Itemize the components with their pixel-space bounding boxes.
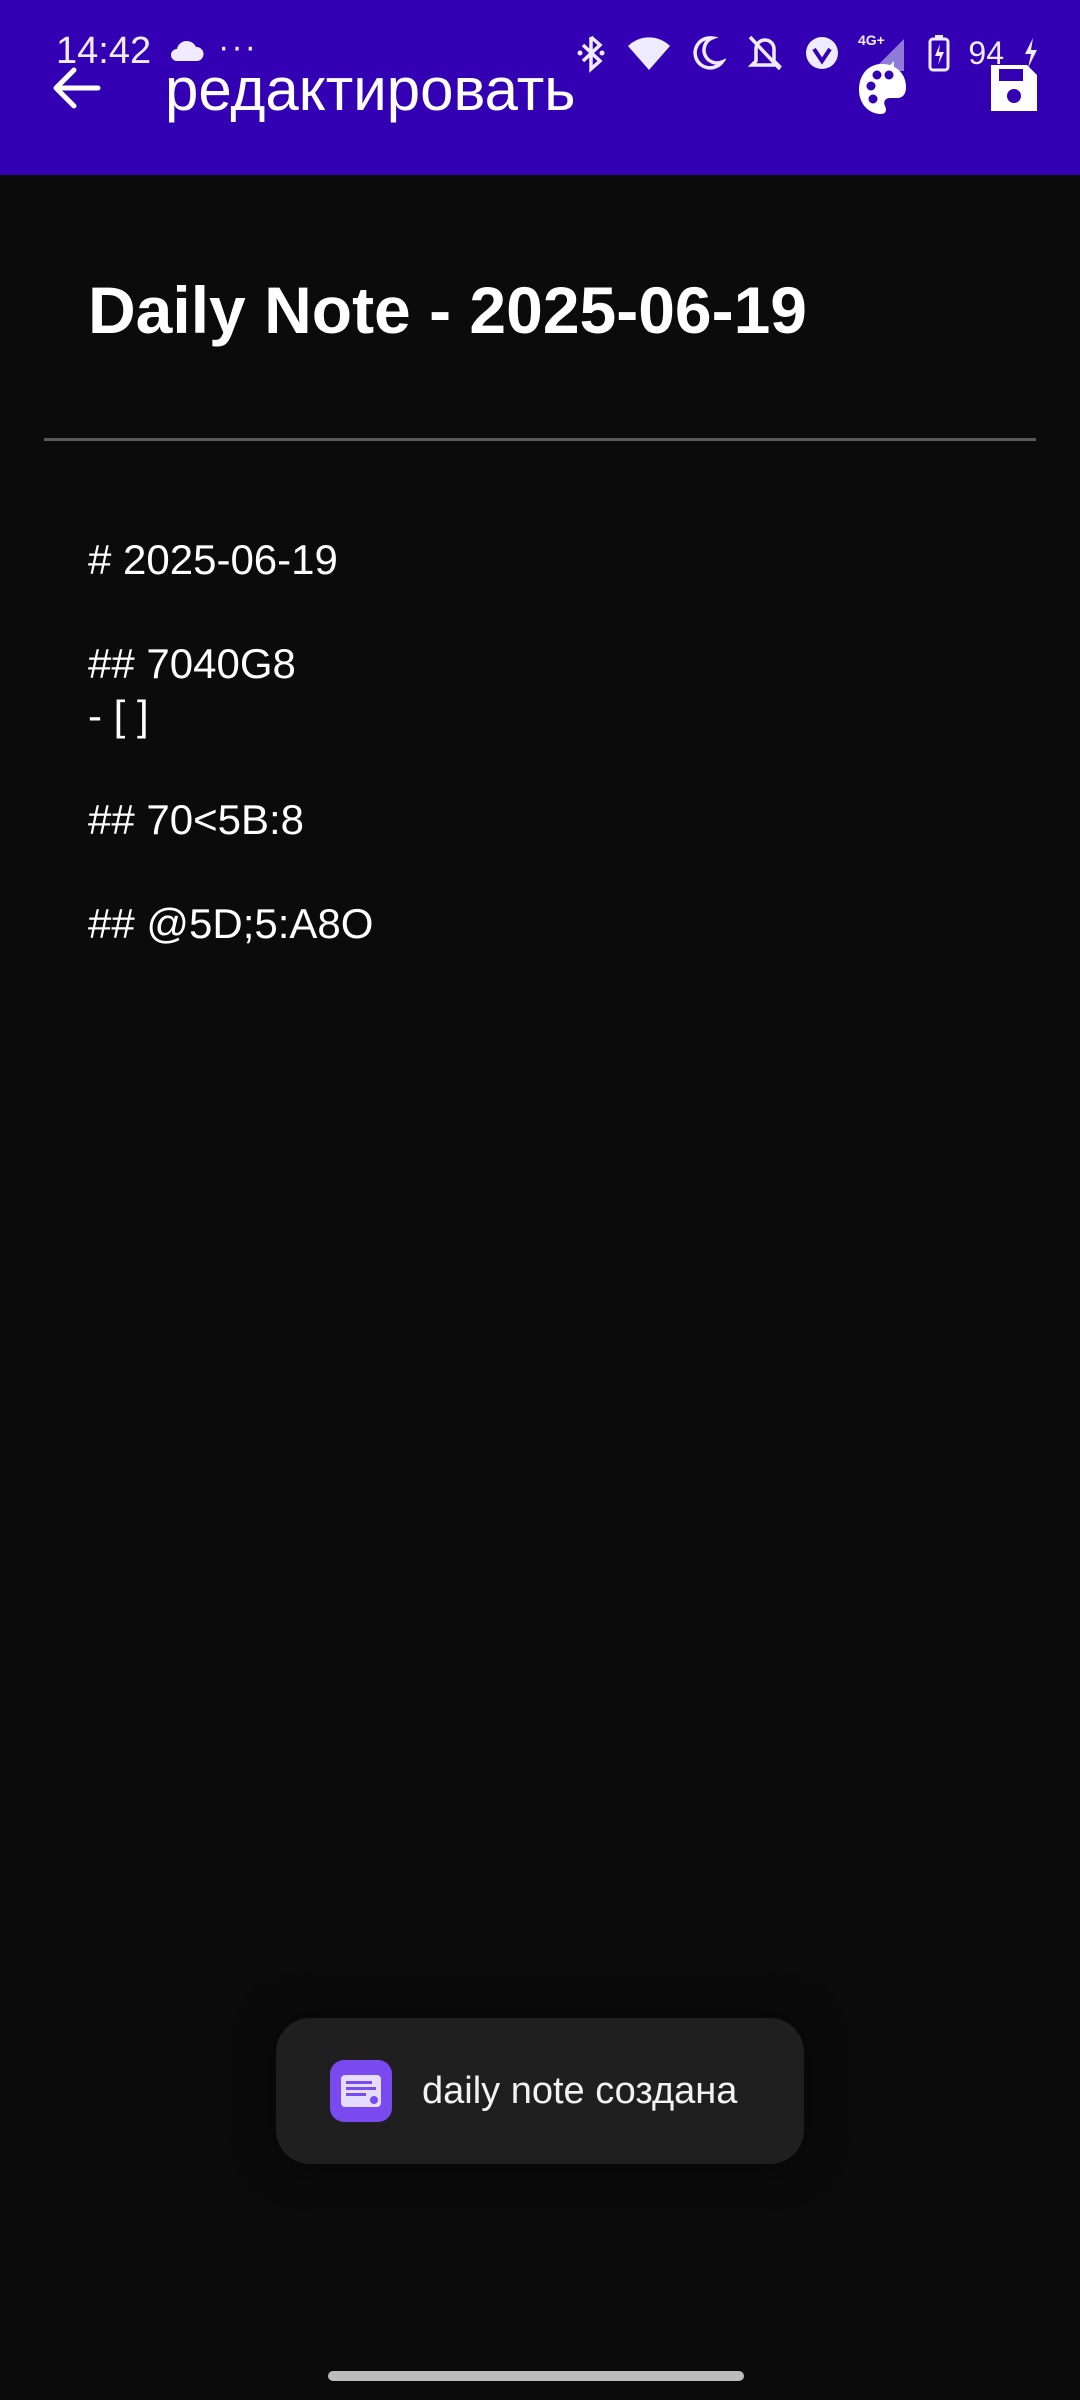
note-line: ## @5D;5:A8O xyxy=(88,900,374,947)
bluetooth-icon xyxy=(577,35,605,73)
note-line xyxy=(88,586,1028,638)
note-line: ## 70<5B:8 xyxy=(88,796,305,843)
wifi-icon xyxy=(628,37,671,70)
do-not-disturb-moon-icon xyxy=(693,36,727,70)
app-bar-title: редактировать xyxy=(165,56,576,123)
theme-palette-button[interactable] xyxy=(850,52,914,124)
title-divider xyxy=(44,438,1036,441)
note-title-field[interactable]: Daily Note - 2025-06-19 xyxy=(88,270,807,350)
palette-icon xyxy=(859,64,906,114)
status-icons: 4G+ 94 xyxy=(574,30,1040,76)
toast-notification: daily note создана xyxy=(276,2018,804,2164)
back-button[interactable] xyxy=(40,52,112,124)
note-editor-screen: 14:42 ··· 4G+ 94 редактировать Daily Not… xyxy=(0,0,1080,2400)
note-body-editor[interactable]: # 2025-06-19 ## 7040G8 - [ ] ## 70<5B:8 … xyxy=(88,534,1028,950)
note-app-icon xyxy=(330,2060,392,2122)
save-button[interactable] xyxy=(978,52,1050,124)
toast-message: daily note создана xyxy=(422,2069,738,2112)
app-bar: 14:42 ··· 4G+ 94 редактировать xyxy=(0,0,1080,175)
vpn-icon xyxy=(806,37,839,69)
note-line: # 2025-06-19 xyxy=(88,536,338,583)
note-line xyxy=(88,846,1028,898)
gesture-navigation-handle[interactable] xyxy=(328,2371,744,2381)
save-floppy-icon xyxy=(991,65,1037,111)
arrow-left-icon xyxy=(53,67,101,109)
note-line: - [ ] xyxy=(88,692,149,739)
note-line xyxy=(88,742,1028,794)
svg-text:4G+: 4G+ xyxy=(858,33,885,48)
note-line: ## 7040G8 xyxy=(88,640,296,687)
battery-charging-icon xyxy=(928,35,950,72)
vibrate-off-icon xyxy=(748,35,783,71)
